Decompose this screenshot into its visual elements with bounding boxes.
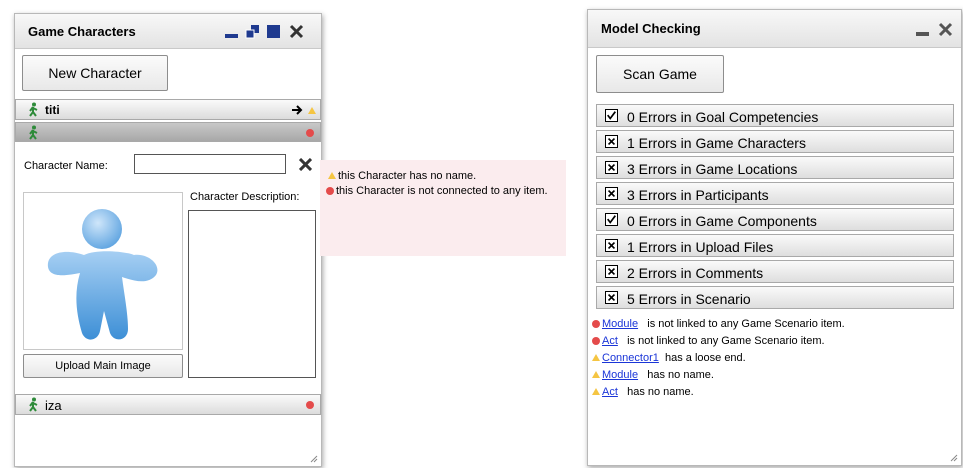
error-dot-icon xyxy=(592,320,600,329)
character-name-label: Character Name: xyxy=(24,160,108,172)
clear-icon[interactable] xyxy=(299,158,312,171)
character-row-titi[interactable]: titi xyxy=(15,99,321,120)
message-link[interactable]: Act xyxy=(602,335,618,347)
validation-tooltip: this Character has no name. this Charact… xyxy=(320,160,566,256)
category-row-participants[interactable]: 3 Errors in Participants xyxy=(596,182,954,205)
upload-main-image-button[interactable]: Upload Main Image xyxy=(23,354,183,378)
category-row-scenario[interactable]: 5 Errors in Scenario xyxy=(596,286,954,309)
character-image-frame xyxy=(23,192,183,350)
panel-title: Game Characters xyxy=(28,24,136,39)
error-dot-icon xyxy=(592,337,600,346)
category-row-goal-competencies[interactable]: 0 Errors in Goal Competencies xyxy=(596,104,954,127)
checkbox-checked-icon[interactable] xyxy=(605,213,618,226)
message-link[interactable]: Act xyxy=(602,386,618,398)
model-checking-panel: Model Checking Scan Game 0 Errors in Goa… xyxy=(587,9,962,466)
character-name: titi xyxy=(45,103,60,117)
warning-icon xyxy=(308,107,316,114)
checkbox-error-icon[interactable] xyxy=(605,187,618,200)
minimize-icon[interactable] xyxy=(915,22,930,37)
minimize-icon[interactable] xyxy=(224,24,239,39)
message-link[interactable]: Module xyxy=(602,318,638,330)
resize-grip-icon[interactable] xyxy=(948,452,958,462)
person-icon xyxy=(29,125,38,140)
category-row-upload-files[interactable]: 1 Errors in Upload Files xyxy=(596,234,954,257)
message-link[interactable]: Connector1 xyxy=(602,352,659,364)
character-avatar-icon xyxy=(47,209,158,340)
checkbox-error-icon[interactable] xyxy=(605,161,618,174)
character-description-label: Character Description: xyxy=(190,191,300,203)
message-item: Act has no name. xyxy=(592,386,694,398)
tooltip-error: this Character is not connected to any i… xyxy=(326,185,558,198)
checkbox-error-icon[interactable] xyxy=(605,265,618,278)
category-row-game-characters[interactable]: 1 Errors in Game Characters xyxy=(596,130,954,153)
game-characters-panel: Game Characters New Character titi Chara… xyxy=(14,13,322,467)
game-characters-titlebar[interactable]: Game Characters xyxy=(15,14,321,49)
checkbox-error-icon[interactable] xyxy=(605,239,618,252)
character-name: iza xyxy=(45,398,62,413)
message-item: Act is not linked to any Game Scenario i… xyxy=(592,335,825,347)
tooltip-warning: this Character has no name. xyxy=(328,170,558,183)
scan-game-button[interactable]: Scan Game xyxy=(596,55,724,93)
model-checking-titlebar[interactable]: Model Checking xyxy=(588,10,961,48)
warning-icon xyxy=(592,354,600,361)
maximize-icon[interactable] xyxy=(266,24,281,39)
restore-icon[interactable] xyxy=(245,24,260,39)
error-dot-icon xyxy=(326,187,334,196)
character-description-textarea[interactable] xyxy=(188,210,316,378)
category-row-comments[interactable]: 2 Errors in Comments xyxy=(596,260,954,283)
category-list: 0 Errors in Goal Competencies 1 Errors i… xyxy=(588,104,961,314)
checkbox-checked-icon[interactable] xyxy=(605,109,618,122)
character-name-input[interactable] xyxy=(134,154,286,174)
arrow-right-icon xyxy=(292,105,303,115)
warning-icon xyxy=(328,172,336,179)
message-item: Module has no name. xyxy=(592,369,714,381)
person-icon xyxy=(29,397,38,412)
character-row-unnamed[interactable] xyxy=(15,122,321,142)
checkbox-error-icon[interactable] xyxy=(605,135,618,148)
category-row-game-locations[interactable]: 3 Errors in Game Locations xyxy=(596,156,954,179)
person-icon xyxy=(29,102,38,117)
warning-icon xyxy=(592,371,600,378)
category-row-game-components[interactable]: 0 Errors in Game Components xyxy=(596,208,954,231)
message-item: Connector1 has a loose end. xyxy=(592,352,746,364)
error-dot-icon xyxy=(306,129,314,137)
checkbox-error-icon[interactable] xyxy=(605,291,618,304)
character-row-iza[interactable]: iza xyxy=(15,394,321,415)
message-link[interactable]: Module xyxy=(602,369,638,381)
warning-icon xyxy=(592,388,600,395)
message-item: Module is not linked to any Game Scenari… xyxy=(592,318,845,330)
close-icon[interactable] xyxy=(289,24,304,39)
close-icon[interactable] xyxy=(938,22,953,37)
error-dot-icon xyxy=(306,401,314,409)
resize-grip-icon[interactable] xyxy=(308,453,318,463)
new-character-button[interactable]: New Character xyxy=(22,55,168,91)
panel-title: Model Checking xyxy=(601,21,701,36)
